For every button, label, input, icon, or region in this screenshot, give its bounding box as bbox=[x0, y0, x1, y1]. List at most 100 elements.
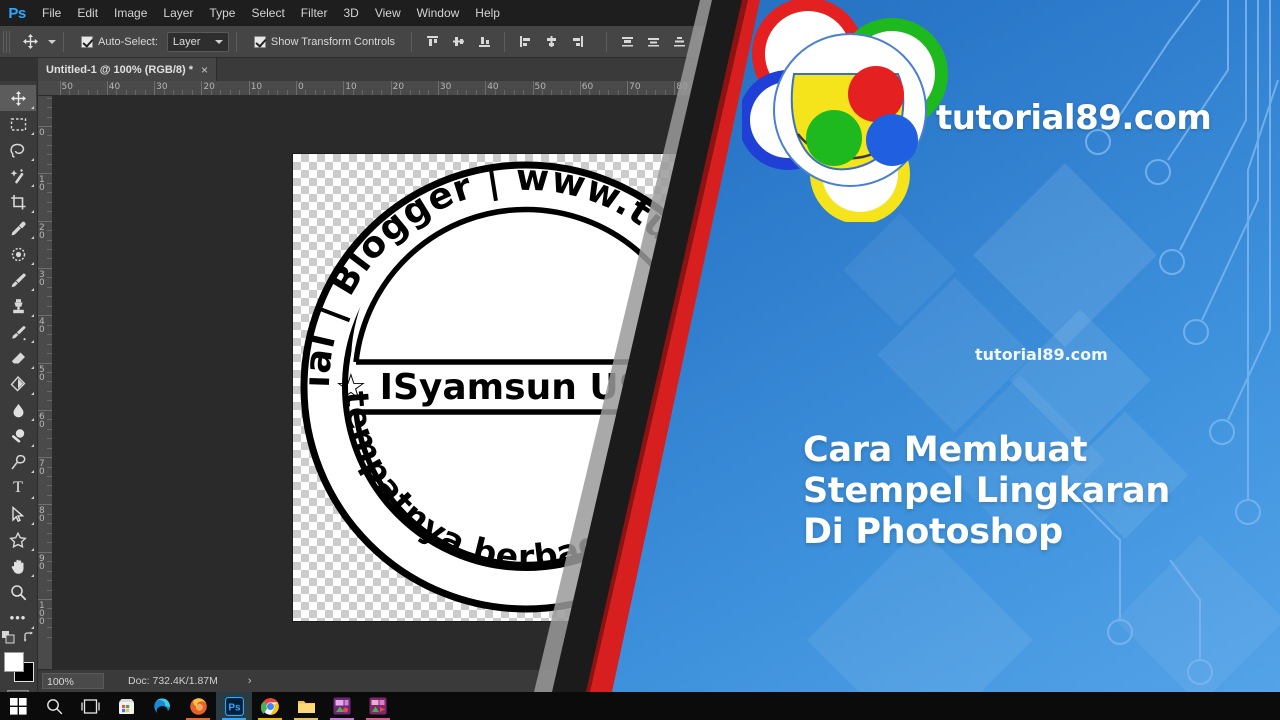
canvas-area[interactable]: tutorial | Blogger | www.tutorial89.com … bbox=[53, 96, 1280, 669]
close-icon[interactable]: × bbox=[201, 64, 208, 76]
tool-expand-corner bbox=[31, 184, 34, 187]
ruler-label: 90 bbox=[723, 82, 736, 92]
task-view-icon[interactable] bbox=[72, 692, 108, 720]
menu-item-3d[interactable]: 3D bbox=[335, 0, 366, 26]
gradient-tool[interactable] bbox=[0, 371, 36, 397]
magic-wand-tool[interactable] bbox=[0, 163, 36, 189]
status-bar: 100% Doc: 732.4K/1.87M › bbox=[38, 669, 1280, 692]
path-selection-tool[interactable] bbox=[0, 501, 36, 527]
lasso-tool[interactable] bbox=[0, 137, 36, 163]
foreground-color-swatch[interactable] bbox=[4, 652, 24, 672]
color-swatches bbox=[0, 651, 36, 685]
tool-expand-corner bbox=[31, 236, 34, 239]
menu-item-select[interactable]: Select bbox=[243, 0, 292, 26]
distribute-vertical-centers-icon[interactable] bbox=[642, 31, 664, 53]
file-explorer-icon[interactable] bbox=[288, 692, 324, 720]
ruler-tick bbox=[38, 126, 52, 127]
edge-icon[interactable] bbox=[144, 692, 180, 720]
status-expand-icon[interactable]: › bbox=[248, 675, 252, 687]
tool-preset-chevron-down-icon[interactable] bbox=[48, 39, 56, 44]
ruler-label: 10 bbox=[345, 82, 357, 92]
tool-expand-corner bbox=[31, 444, 34, 447]
align-left-edges-icon[interactable] bbox=[514, 31, 536, 53]
align-top-edges-icon[interactable] bbox=[421, 31, 443, 53]
ruler-label: 20 bbox=[203, 82, 215, 92]
align-right-edges-icon[interactable] bbox=[566, 31, 588, 53]
hand-tool[interactable] bbox=[0, 553, 36, 579]
auto-align-layers-icon[interactable] bbox=[809, 31, 831, 53]
tool-expand-corner bbox=[31, 574, 34, 577]
ruler-tick bbox=[38, 409, 52, 411]
tool-expand-corner bbox=[31, 418, 34, 421]
firefox-icon[interactable] bbox=[180, 692, 216, 720]
horizontal-ruler[interactable]: 50 40 30 20 10 0 10 20 30 40 50 60 70 80 90 bbox=[38, 81, 1280, 96]
menu-item-edit[interactable]: Edit bbox=[69, 0, 106, 26]
ruler-tick bbox=[38, 599, 52, 600]
distribute-bottom-edges-icon[interactable] bbox=[668, 31, 690, 53]
spot-healing-brush-tool[interactable] bbox=[0, 241, 36, 267]
tool-expand-corner bbox=[31, 548, 34, 551]
chrome-icon[interactable] bbox=[252, 692, 288, 720]
ruler-label: 30 bbox=[439, 82, 452, 92]
photoshop-icon[interactable]: Ps bbox=[216, 692, 252, 720]
dodge-tool[interactable] bbox=[0, 423, 36, 449]
document-tab-bar: Untitled-1 @ 100% (RGB/8) * × bbox=[0, 58, 1280, 81]
distribute-left-edges-icon[interactable] bbox=[709, 31, 731, 53]
swap-colors-icon[interactable] bbox=[23, 631, 36, 649]
video-editor-2-icon[interactable] bbox=[360, 692, 396, 720]
tool-expand-corner bbox=[31, 262, 34, 265]
align-vertical-centers-icon[interactable] bbox=[447, 31, 469, 53]
options-divider-4 bbox=[504, 31, 506, 52]
circular-stamp-artwork[interactable]: tutorial | Blogger | www.tutorial89.com … bbox=[293, 154, 760, 621]
eyedropper-tool[interactable] bbox=[0, 215, 36, 241]
start-button[interactable] bbox=[0, 692, 36, 720]
microsoft-store-icon[interactable] bbox=[108, 692, 144, 720]
auto-select-scope-dropdown[interactable]: Layer bbox=[166, 31, 229, 52]
photoshop-logo-icon: Ps bbox=[8, 4, 26, 22]
blur-tool[interactable] bbox=[0, 397, 36, 423]
align-horizontal-centers-icon[interactable] bbox=[540, 31, 562, 53]
distribute-top-edges-icon[interactable] bbox=[616, 31, 638, 53]
menu-item-view[interactable]: View bbox=[367, 0, 409, 26]
move-tool[interactable] bbox=[0, 85, 36, 111]
show-transform-checkbox-box[interactable] bbox=[253, 35, 266, 48]
video-editor-icon[interactable] bbox=[324, 692, 360, 720]
horizontal-type-tool[interactable]: T bbox=[0, 475, 36, 501]
vertical-ruler[interactable]: 100102030405060708090100 bbox=[38, 96, 53, 669]
document-tab[interactable]: Untitled-1 @ 100% (RGB/8) * × bbox=[38, 58, 218, 81]
edit-toolbar-tool[interactable]: ••• bbox=[0, 605, 36, 631]
show-transform-controls-checkbox[interactable]: Show Transform Controls bbox=[253, 35, 395, 48]
distribute-right-edges-icon[interactable] bbox=[761, 31, 783, 53]
eraser-tool[interactable] bbox=[0, 345, 36, 371]
history-brush-tool[interactable] bbox=[0, 319, 36, 345]
brush-tool[interactable] bbox=[0, 267, 36, 293]
distribute-horizontal-centers-icon[interactable] bbox=[735, 31, 757, 53]
menu-item-filter[interactable]: Filter bbox=[293, 0, 336, 26]
ruler-label: 10 bbox=[39, 96, 47, 98]
clone-stamp-tool[interactable] bbox=[0, 293, 36, 319]
rectangular-marquee-tool[interactable] bbox=[0, 111, 36, 137]
menu-item-file[interactable]: File bbox=[34, 0, 69, 26]
options-bar-gripper[interactable] bbox=[3, 30, 11, 53]
align-bottom-edges-icon[interactable] bbox=[473, 31, 495, 53]
artboard-transparent-background[interactable]: tutorial | Blogger | www.tutorial89.com … bbox=[293, 154, 760, 621]
menu-item-type[interactable]: Type bbox=[201, 0, 243, 26]
menu-item-window[interactable]: Window bbox=[409, 0, 468, 26]
pen-tool[interactable] bbox=[0, 449, 36, 475]
search-icon[interactable] bbox=[36, 692, 72, 720]
photoshop-window: Ps File Edit Image Layer Type Select Fil… bbox=[0, 0, 1280, 720]
menu-item-help[interactable]: Help bbox=[467, 0, 508, 26]
crop-tool[interactable] bbox=[0, 189, 36, 215]
move-tool-icon[interactable] bbox=[17, 30, 43, 54]
menu-item-image[interactable]: Image bbox=[106, 0, 155, 26]
auto-select-checkbox-box[interactable] bbox=[81, 35, 93, 48]
tool-expand-corner bbox=[31, 496, 34, 499]
auto-select-checkbox[interactable]: Auto-Select: bbox=[81, 35, 158, 48]
zoom-tool[interactable] bbox=[0, 579, 36, 605]
ruler-label: 60 bbox=[581, 82, 594, 92]
zoom-level[interactable]: 100% bbox=[42, 673, 104, 689]
custom-shape-tool[interactable] bbox=[0, 527, 36, 553]
menu-item-layer[interactable]: Layer bbox=[155, 0, 201, 26]
default-colors-icon[interactable] bbox=[1, 631, 15, 649]
ruler-label: 10 bbox=[250, 82, 263, 92]
